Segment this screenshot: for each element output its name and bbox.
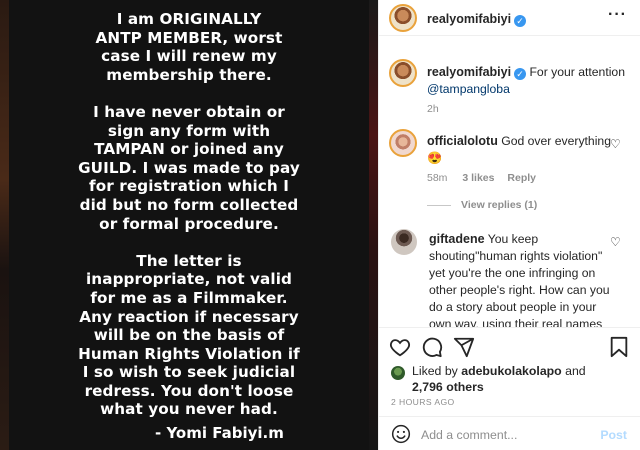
- post-button[interactable]: Post: [600, 428, 627, 442]
- caption-text: realyomifabiyi ✓ For your attention @tamp…: [427, 64, 632, 98]
- post-header: realyomifabiyi ✓ ···: [379, 0, 640, 36]
- list-item: giftadene You keep shouting"human rights…: [379, 227, 640, 327]
- comment-like-heart-icon[interactable]: ♡: [610, 235, 621, 249]
- heart-icon[interactable]: [389, 336, 411, 363]
- comment-icon[interactable]: [421, 336, 443, 363]
- bookmark-icon[interactable]: [609, 336, 629, 363]
- comment-text: officialolotu God over everything 😍: [427, 133, 612, 167]
- post-actions: Liked by adebukolakolapo and 2,796 other…: [379, 327, 640, 450]
- comment-time: 58m: [427, 172, 448, 184]
- post-side-panel: realyomifabiyi ✓ ··· realyomifabiyi ✓ For …: [378, 0, 640, 450]
- comment-emoji: 😍: [427, 151, 443, 165]
- comment-like-heart-icon[interactable]: ♡: [610, 137, 621, 151]
- liked-by-and: and: [565, 364, 586, 378]
- caption-mention[interactable]: @tampangloba: [427, 82, 510, 96]
- comments-list[interactable]: realyomifabiyi ✓ For your attention @tamp…: [379, 37, 640, 327]
- post-timestamp[interactable]: 2 HOURS AGO: [391, 397, 455, 407]
- liked-by-prefix: Liked by: [412, 364, 458, 378]
- comment-body: You keep shouting"human rights violation…: [429, 232, 610, 327]
- avatar[interactable]: [391, 366, 405, 380]
- avatar[interactable]: [389, 129, 417, 157]
- header-user: realyomifabiyi ✓: [427, 10, 527, 28]
- view-replies-label: View replies (1): [461, 199, 538, 211]
- avatar[interactable]: [391, 229, 417, 255]
- avatar[interactable]: [389, 59, 417, 87]
- image-signature: - Yomi Fabiyi.m: [155, 424, 284, 442]
- caption-body: For your attention: [529, 65, 625, 79]
- avatar[interactable]: [389, 4, 417, 32]
- comment-reply-button[interactable]: Reply: [507, 172, 536, 184]
- verified-badge-icon: ✓: [514, 68, 527, 80]
- list-item: officialolotu God over everything 😍 ♡ 58…: [379, 127, 640, 217]
- divider: [427, 204, 451, 206]
- verified-badge-icon: ✓: [514, 15, 527, 27]
- caption: realyomifabiyi ✓ For your attention @tamp…: [379, 37, 640, 117]
- post-image[interactable]: I am ORIGINALLY ANTP MEMBER, worst case …: [0, 0, 378, 450]
- image-left-edge: [0, 0, 9, 450]
- comment-username[interactable]: giftadene: [429, 232, 485, 246]
- caption-time: 2h: [427, 103, 439, 115]
- comment-likes[interactable]: 3 likes: [462, 172, 494, 184]
- more-options-icon[interactable]: ···: [608, 6, 627, 24]
- comment-username[interactable]: officialolotu: [427, 134, 498, 148]
- liked-by-count[interactable]: 2,796 others: [412, 380, 484, 394]
- liked-by-user[interactable]: adebukolakolapo: [461, 364, 561, 378]
- image-right-edge: [369, 0, 378, 450]
- view-replies-button[interactable]: View replies (1): [427, 199, 537, 211]
- comment-meta: 58m 3 likes Reply: [427, 172, 536, 184]
- comment-body: God over everything: [501, 134, 611, 148]
- comment-text: giftadene You keep shouting"human rights…: [429, 231, 614, 327]
- smiley-icon[interactable]: [391, 424, 411, 449]
- liked-by-text: Liked by adebukolakolapo and 2,796 other…: [412, 363, 586, 395]
- add-comment-bar: Add a comment... Post: [379, 416, 640, 450]
- image-statement-text: I am ORIGINALLY ANTP MEMBER, worst case …: [78, 10, 300, 419]
- header-username[interactable]: realyomifabiyi: [427, 12, 511, 26]
- share-icon[interactable]: [453, 336, 475, 363]
- comment-input[interactable]: Add a comment...: [421, 428, 517, 442]
- caption-username[interactable]: realyomifabiyi: [427, 65, 511, 79]
